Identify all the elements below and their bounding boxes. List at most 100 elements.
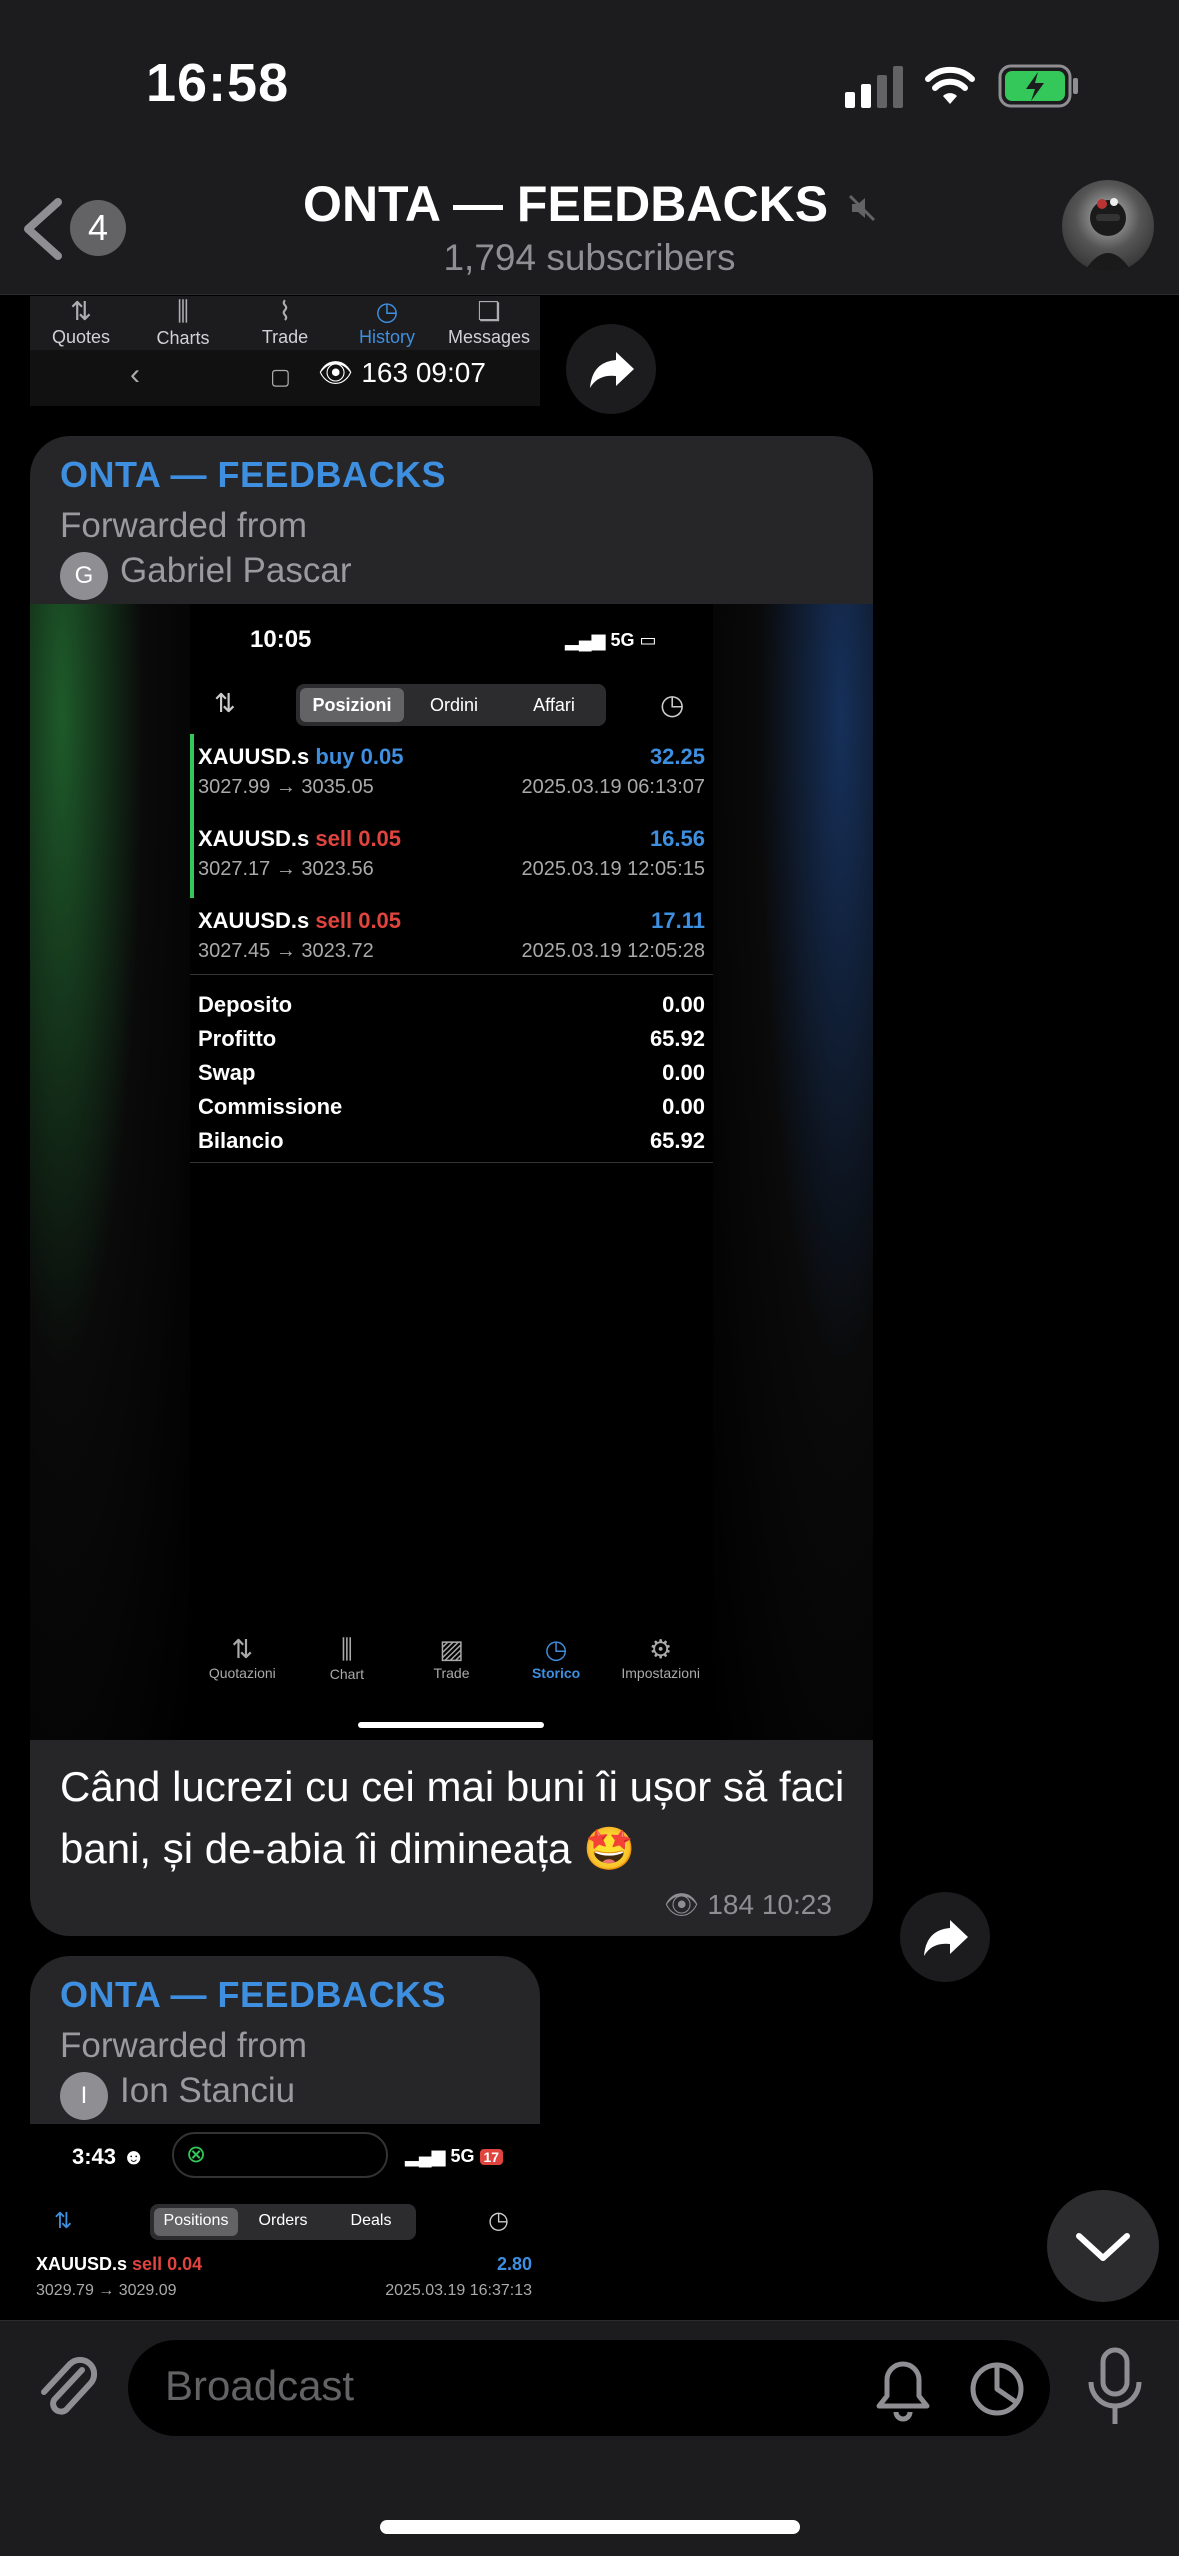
divider [190, 974, 713, 975]
forwarded-from-name[interactable]: Ion Stanciu [120, 2071, 295, 2111]
trade-date: 2025.03.19 12:05:15 [521, 858, 705, 880]
history-icon: ◷ [375, 296, 399, 326]
account-summary: Deposito 0.00 Profitto 65.92 Swap 0.00 Comm… [198, 988, 705, 1158]
dnd-icon: ☻ [122, 2144, 146, 2169]
photo-blur-right [713, 604, 873, 1740]
charts-icon: ⫼ [177, 296, 189, 326]
trade-row-symbol: XAUUSD.s sell 0.05 [198, 826, 402, 851]
wifi-icon [925, 66, 975, 104]
notification-bell-icon[interactable] [870, 2356, 936, 2422]
tab-trade: ▨ Trade [401, 1634, 501, 1682]
microphone-icon[interactable] [1082, 2346, 1148, 2430]
muted-icon [848, 194, 876, 221]
message-channel-name[interactable]: ONTA — FEEDBACKS [60, 1974, 446, 2016]
quotes-icon: ⇅ [231, 1634, 254, 1664]
segment-orders: Orders [258, 2212, 308, 2229]
trade-profit: 32.25 [649, 744, 705, 769]
forwarded-from-name[interactable]: Gabriel Pascar [120, 551, 351, 591]
trade-prices: 3027.17 → 3023.56 [198, 858, 374, 880]
phone-signal-icon: ▂▄▆ [405, 2146, 446, 2166]
trade-profit: 17.11 [651, 908, 705, 933]
trade-row-symbol: XAUUSD.s sell 0.05 [198, 908, 402, 933]
message-caption: Când lucrezi cu cei mai buni îi ușor să … [60, 1763, 845, 1872]
trade-row-symbol: XAUUSD.s buy 0.05 [198, 744, 404, 769]
tab-chart: ⫼ Chart [297, 1634, 397, 1682]
trade-date: 2025.03.19 06:13:07 [521, 776, 705, 798]
trade-profit: 2.80 [496, 2254, 532, 2274]
tab-quotazioni: ⇅ Quotazioni [192, 1634, 292, 1682]
phone-network: ▂▄▆ 5G ▭ [565, 630, 657, 650]
summary-row: Profitto 65.92 [198, 1026, 705, 1051]
message-meta: 👁 184 10:23 [664, 1889, 832, 1920]
quotes-icon: ⇅ [70, 296, 92, 326]
scroll-to-bottom-button[interactable] [1047, 2190, 1159, 2302]
nav-back-icon: ‹ [130, 358, 140, 391]
chevron-down-icon [1076, 2233, 1130, 2261]
clock-icon: ◷ [488, 2207, 509, 2234]
phone-bottom-tabs: ⇅ Quotazioni ⫼ Chart ▨ Trade ◷ Storico ⚙ Impo… [190, 1634, 713, 1682]
trade-date: 2025.03.19 16:37:13 [385, 2282, 532, 2299]
photo-blur-left [30, 604, 190, 1740]
nav-home-icon: ▢ [270, 364, 291, 389]
clock-icon: ◷ [660, 689, 685, 720]
forwarded-avatar[interactable]: G [60, 552, 108, 600]
tab-charts: ⫼ Charts [133, 296, 233, 350]
share-button[interactable] [900, 1892, 990, 1982]
message-list[interactable]: ⇅ Quotes ⫼ Charts ⌇ Trade ◷ History ❏ Me… [0, 296, 1179, 2320]
forward-arrow-icon [924, 1920, 968, 1956]
forwarded-avatar[interactable]: I [60, 2072, 108, 2120]
dynamic-island: ⊗ [172, 2132, 388, 2178]
trade-icon: ▨ [439, 1634, 464, 1664]
tab-history: ◷ History [337, 296, 437, 350]
trade-date: 2025.03.19 12:05:28 [521, 940, 705, 962]
views-eye-icon: 👁 [318, 357, 354, 388]
segment-deals: Deals [350, 2212, 392, 2229]
message-input-placeholder: Broadcast [165, 2362, 355, 2409]
history-icon: ◷ [544, 1634, 568, 1664]
phone-time: 3:43 ☻ [72, 2144, 146, 2169]
divider [190, 1162, 713, 1163]
trade-icon: ⌇ [278, 296, 292, 326]
phone-screenshot: 10:05 ▂▄▆ 5G ▭ ⇅ Posizioni Ordini Affari… [190, 604, 713, 1740]
gear-icon: ⚙ [649, 1634, 673, 1664]
message-photo[interactable]: 3:43 ☻ ⊗ ▂▄▆ 5G 17 ⇅ Positions Orders De… [30, 2124, 540, 2320]
segment-affari: Affari [533, 695, 575, 715]
trade-prices: 3027.99 → 3035.05 [198, 776, 374, 798]
channel-avatar[interactable] [1062, 180, 1154, 272]
tab-messages: ❏ Messages [439, 296, 539, 350]
segment-posizioni: Posizioni [312, 695, 392, 715]
timer-icon[interactable] [964, 2356, 1030, 2422]
sort-icon: ⇅ [54, 2208, 73, 2233]
summary-row: Commissione 0.00 [198, 1094, 705, 1119]
sort-icon: ⇅ [214, 688, 236, 718]
message-photo[interactable]: 10:05 ▂▄▆ 5G ▭ ⇅ Posizioni Ordini Affari… [30, 604, 873, 1740]
summary-row: Swap 0.00 [198, 1060, 705, 1085]
tab-impostazioni: ⚙ Impostazioni [611, 1634, 711, 1682]
phone-network: ▂▄▆ 5G 17 [405, 2146, 504, 2167]
share-button[interactable] [566, 324, 656, 414]
tab-storico: ◷ Storico [506, 1634, 606, 1682]
trade-prices: 3027.45 → 3023.72 [198, 940, 374, 962]
battery-charging-icon [998, 64, 1078, 108]
subscriber-count: 1,794 subscribers [443, 237, 736, 278]
avatar-figure-icon [1084, 198, 1132, 272]
trade-profit: 16.56 [649, 826, 705, 851]
summary-row: Bilancio 65.92 [198, 1128, 705, 1153]
trade-row-symbol: XAUUSD.s sell 0.04 [36, 2254, 203, 2274]
attach-paperclip-icon[interactable] [28, 2350, 104, 2426]
message-channel-name[interactable]: ONTA — FEEDBACKS [60, 454, 446, 496]
phone-time: 10:05 [250, 626, 312, 653]
previous-message-meta: 👁 163 09:07 [318, 357, 486, 388]
cellular-signal-icon [845, 66, 903, 108]
open-position-marker [190, 734, 194, 898]
phone-battery-icon: 17 [479, 2149, 504, 2165]
status-time: 16:58 [146, 53, 290, 113]
phone-battery-icon: ▭ [639, 630, 657, 650]
forward-arrow-icon [590, 352, 634, 388]
segment-positions: Positions [163, 2212, 229, 2229]
segment-ordini: Ordini [429, 695, 478, 715]
chart-icon: ⫼ [340, 1634, 353, 1664]
messages-icon: ❏ [477, 296, 501, 326]
channel-title[interactable]: ONTA — FEEDBACKS [0, 175, 1179, 233]
phone-signal-icon: ▂▄▆ [565, 630, 606, 650]
